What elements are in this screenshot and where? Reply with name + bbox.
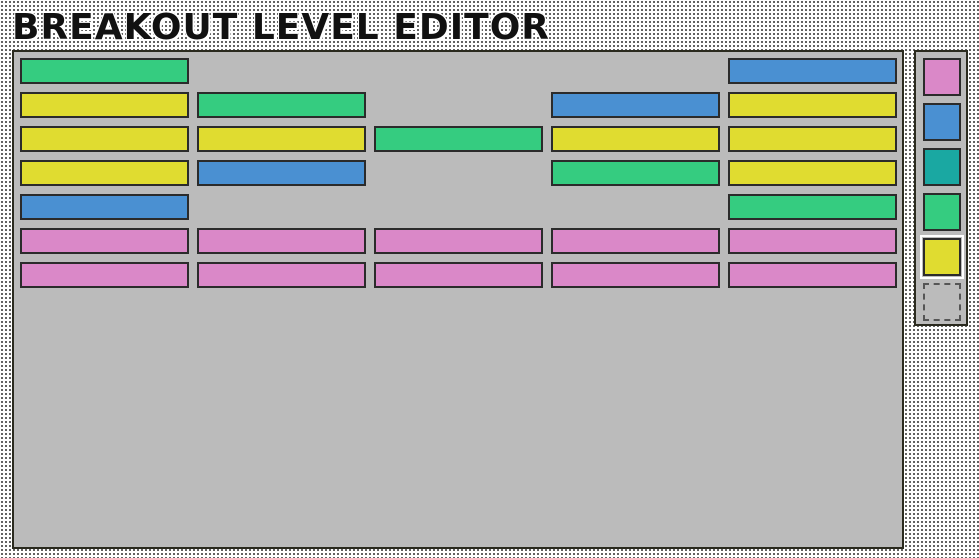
swatch-blue[interactable] bbox=[923, 103, 961, 141]
swatch-yellow[interactable] bbox=[920, 235, 964, 279]
brick-pink[interactable] bbox=[728, 262, 897, 288]
color-palette bbox=[914, 50, 968, 326]
eraser-swatch[interactable] bbox=[923, 283, 961, 321]
empty-cell[interactable] bbox=[551, 194, 720, 220]
brick-yellow[interactable] bbox=[728, 160, 897, 186]
brick-pink[interactable] bbox=[551, 262, 720, 288]
empty-cell[interactable] bbox=[374, 58, 543, 84]
brick-blue[interactable] bbox=[728, 58, 897, 84]
brick-yellow[interactable] bbox=[20, 160, 189, 186]
brick-pink[interactable] bbox=[728, 228, 897, 254]
page-title: BREAKOUT LEVEL EDITOR bbox=[12, 7, 551, 48]
brick-yellow[interactable] bbox=[197, 126, 366, 152]
brick-pink[interactable] bbox=[20, 262, 189, 288]
brick-blue[interactable] bbox=[551, 92, 720, 118]
brick-yellow[interactable] bbox=[728, 126, 897, 152]
empty-cell[interactable] bbox=[197, 194, 366, 220]
brick-green[interactable] bbox=[551, 160, 720, 186]
brick-grid[interactable] bbox=[20, 58, 897, 288]
brick-yellow[interactable] bbox=[551, 126, 720, 152]
empty-cell[interactable] bbox=[551, 58, 720, 84]
brick-green[interactable] bbox=[728, 194, 897, 220]
level-board[interactable] bbox=[12, 50, 904, 549]
brick-yellow[interactable] bbox=[20, 92, 189, 118]
brick-blue[interactable] bbox=[20, 194, 189, 220]
brick-pink[interactable] bbox=[197, 262, 366, 288]
brick-pink[interactable] bbox=[374, 262, 543, 288]
brick-green[interactable] bbox=[197, 92, 366, 118]
brick-green[interactable] bbox=[374, 126, 543, 152]
brick-pink[interactable] bbox=[374, 228, 543, 254]
brick-pink[interactable] bbox=[551, 228, 720, 254]
brick-pink[interactable] bbox=[20, 228, 189, 254]
brick-pink[interactable] bbox=[197, 228, 366, 254]
swatch-green[interactable] bbox=[923, 193, 961, 231]
empty-cell[interactable] bbox=[374, 92, 543, 118]
empty-cell[interactable] bbox=[374, 160, 543, 186]
empty-cell[interactable] bbox=[374, 194, 543, 220]
empty-cell[interactable] bbox=[197, 58, 366, 84]
brick-green[interactable] bbox=[20, 58, 189, 84]
brick-yellow[interactable] bbox=[728, 92, 897, 118]
brick-yellow[interactable] bbox=[20, 126, 189, 152]
brick-blue[interactable] bbox=[197, 160, 366, 186]
swatch-pink[interactable] bbox=[923, 58, 961, 96]
swatch-teal[interactable] bbox=[923, 148, 961, 186]
